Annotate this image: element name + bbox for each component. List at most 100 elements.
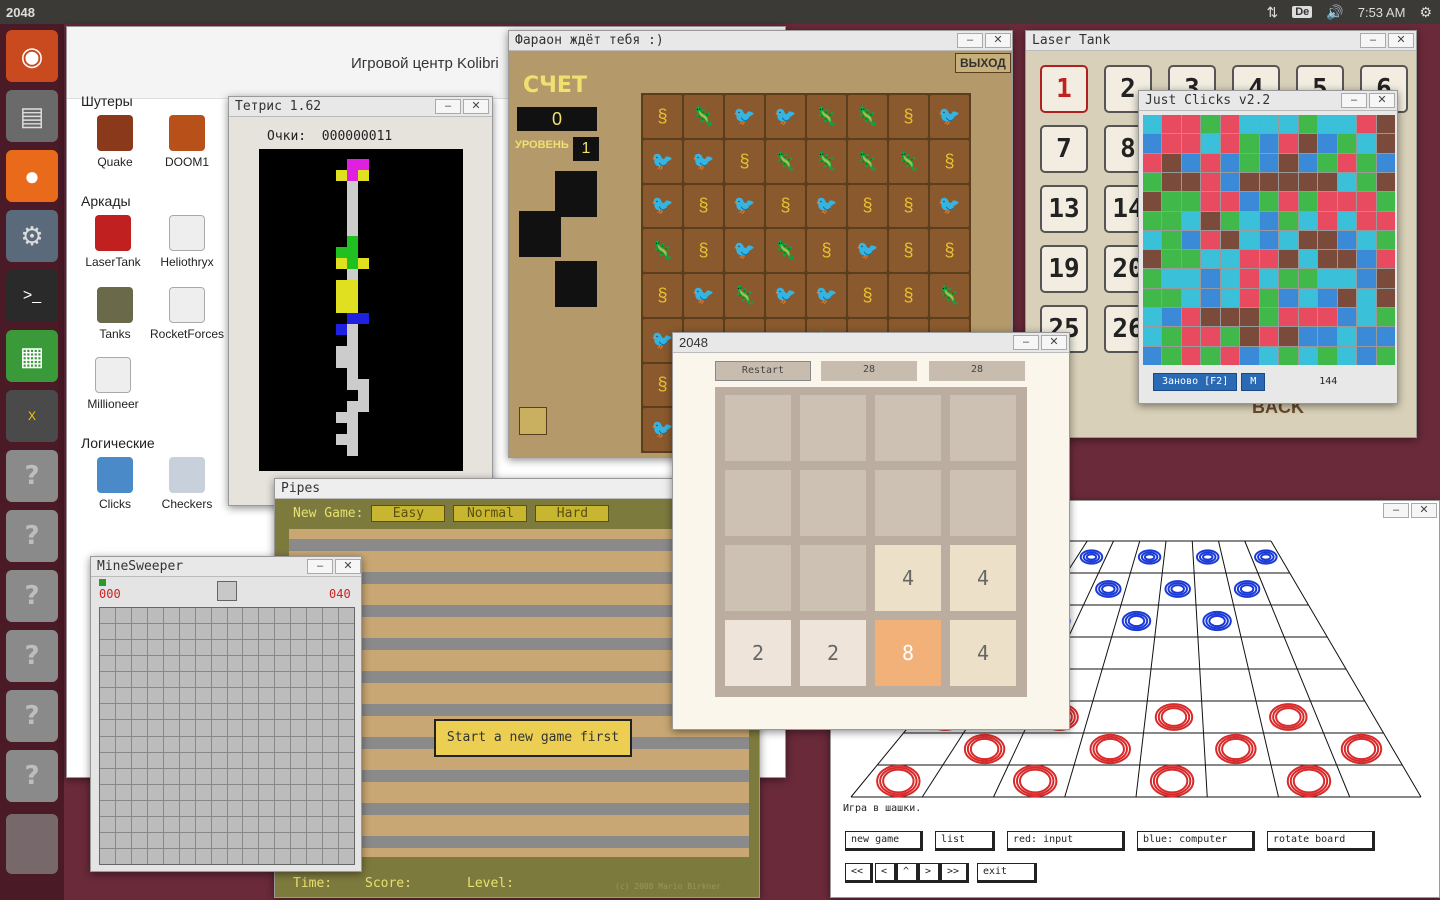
mine-cell[interactable] — [100, 720, 115, 736]
color-cell[interactable] — [1259, 250, 1279, 269]
mine-cell[interactable] — [307, 624, 323, 640]
color-cell[interactable] — [1201, 308, 1220, 327]
mine-cell[interactable] — [291, 800, 307, 816]
mine-cell[interactable] — [323, 816, 339, 832]
mine-cell[interactable] — [259, 688, 275, 704]
color-cell[interactable] — [1259, 172, 1279, 192]
mine-cell[interactable] — [307, 640, 323, 656]
mine-cell[interactable] — [259, 800, 275, 816]
mine-cell[interactable] — [100, 848, 115, 864]
color-cell[interactable] — [1181, 211, 1201, 230]
color-cell[interactable] — [1376, 250, 1395, 269]
color-cell[interactable] — [1181, 115, 1201, 134]
mine-cell[interactable] — [275, 752, 291, 768]
clock[interactable]: 7:53 AM — [1358, 5, 1406, 20]
color-cell[interactable] — [1259, 134, 1279, 153]
color-cell[interactable] — [1298, 346, 1318, 365]
mine-cell[interactable] — [179, 848, 195, 864]
color-cell[interactable] — [1240, 192, 1259, 211]
mine-cell[interactable] — [115, 800, 131, 816]
mine-cell[interactable] — [147, 848, 163, 864]
hieroglyph-tile[interactable]: 🐦 — [643, 184, 682, 228]
list-button[interactable]: list — [935, 831, 995, 851]
blue-computer-button[interactable]: blue: computer — [1137, 831, 1255, 851]
mine-cell[interactable] — [211, 640, 227, 656]
mine-cell[interactable] — [323, 752, 339, 768]
color-cell[interactable] — [1162, 327, 1181, 346]
color-cell[interactable] — [1318, 172, 1337, 192]
mine-cell[interactable] — [211, 720, 227, 736]
hieroglyph-tile[interactable]: § — [889, 229, 928, 272]
color-cell[interactable] — [1181, 346, 1201, 365]
color-cell[interactable] — [1259, 327, 1279, 346]
color-cell[interactable] — [1220, 269, 1240, 288]
mine-cell[interactable] — [100, 608, 115, 624]
mine-cell[interactable] — [163, 848, 179, 864]
color-cell[interactable] — [1298, 153, 1318, 172]
pharaoh-exit-button[interactable]: ВЫХОД — [955, 53, 1011, 73]
color-cell[interactable] — [1143, 346, 1162, 365]
mine-cell[interactable] — [211, 768, 227, 784]
color-cell[interactable] — [1279, 230, 1298, 250]
hieroglyph-tile[interactable]: 🦎 — [848, 95, 887, 138]
mine-cell[interactable] — [307, 832, 323, 848]
mine-cell[interactable] — [179, 800, 195, 816]
color-cell[interactable] — [1376, 115, 1395, 134]
mine-cell[interactable] — [179, 656, 195, 672]
mine-cell[interactable] — [259, 704, 275, 720]
color-cell[interactable] — [1259, 269, 1279, 288]
blue-checker[interactable] — [1201, 553, 1214, 561]
mine-cell[interactable] — [259, 832, 275, 848]
mine-cell[interactable] — [291, 704, 307, 720]
color-cell[interactable] — [1298, 172, 1318, 192]
mine-cell[interactable] — [339, 848, 354, 864]
unknown-app-icon[interactable]: ? — [6, 750, 58, 802]
mine-cell[interactable] — [339, 704, 354, 720]
mine-cell[interactable] — [227, 768, 243, 784]
color-cell[interactable] — [1279, 192, 1298, 211]
mine-cell[interactable] — [211, 688, 227, 704]
color-cell[interactable] — [1240, 288, 1259, 308]
color-cell[interactable] — [1240, 230, 1259, 250]
hieroglyph-tile[interactable]: § — [889, 274, 928, 317]
minimize-button[interactable]: – — [1341, 93, 1367, 108]
color-cell[interactable] — [1259, 211, 1279, 230]
mine-cell[interactable] — [100, 816, 115, 832]
mine-cell[interactable] — [339, 624, 354, 640]
up-move-button[interactable]: ^ — [897, 863, 919, 883]
color-cell[interactable] — [1181, 192, 1201, 211]
mine-cell[interactable] — [147, 672, 163, 688]
color-cell[interactable] — [1318, 327, 1337, 346]
mine-cell[interactable] — [307, 768, 323, 784]
hieroglyph-tile[interactable]: 🐦 — [766, 95, 805, 138]
red-checker[interactable] — [969, 737, 1000, 761]
red-checker[interactable] — [1272, 705, 1305, 729]
mine-cell[interactable] — [259, 656, 275, 672]
mine-cell[interactable] — [275, 784, 291, 800]
tetris-well[interactable] — [259, 149, 463, 471]
mine-cell[interactable] — [195, 672, 211, 688]
hieroglyph-tile[interactable]: 🦎 — [643, 229, 682, 272]
mine-cell[interactable] — [115, 672, 131, 688]
prev-move-button[interactable]: < — [875, 863, 897, 883]
unknown-app-icon[interactable]: ? — [6, 630, 58, 682]
red-checker[interactable] — [966, 735, 1003, 763]
mine-cell[interactable] — [163, 752, 179, 768]
mine-cell[interactable] — [163, 736, 179, 752]
color-cell[interactable] — [1298, 211, 1318, 230]
color-cell[interactable] — [1337, 288, 1357, 308]
mine-cell[interactable] — [100, 736, 115, 752]
red-checker[interactable] — [1018, 768, 1052, 794]
mine-cell[interactable] — [100, 704, 115, 720]
color-cell[interactable] — [1220, 288, 1240, 308]
mine-cell[interactable] — [179, 624, 195, 640]
color-cell[interactable] — [1337, 192, 1357, 211]
mine-cell[interactable] — [131, 816, 147, 832]
hieroglyph-tile[interactable]: § — [889, 184, 928, 228]
color-cell[interactable] — [1240, 250, 1259, 269]
red-checker[interactable] — [1092, 735, 1128, 763]
network-icon[interactable]: ⇅ — [1267, 4, 1279, 21]
hieroglyph-tile[interactable]: § — [889, 95, 928, 138]
mine-cell[interactable] — [227, 656, 243, 672]
color-cell[interactable] — [1143, 327, 1162, 346]
